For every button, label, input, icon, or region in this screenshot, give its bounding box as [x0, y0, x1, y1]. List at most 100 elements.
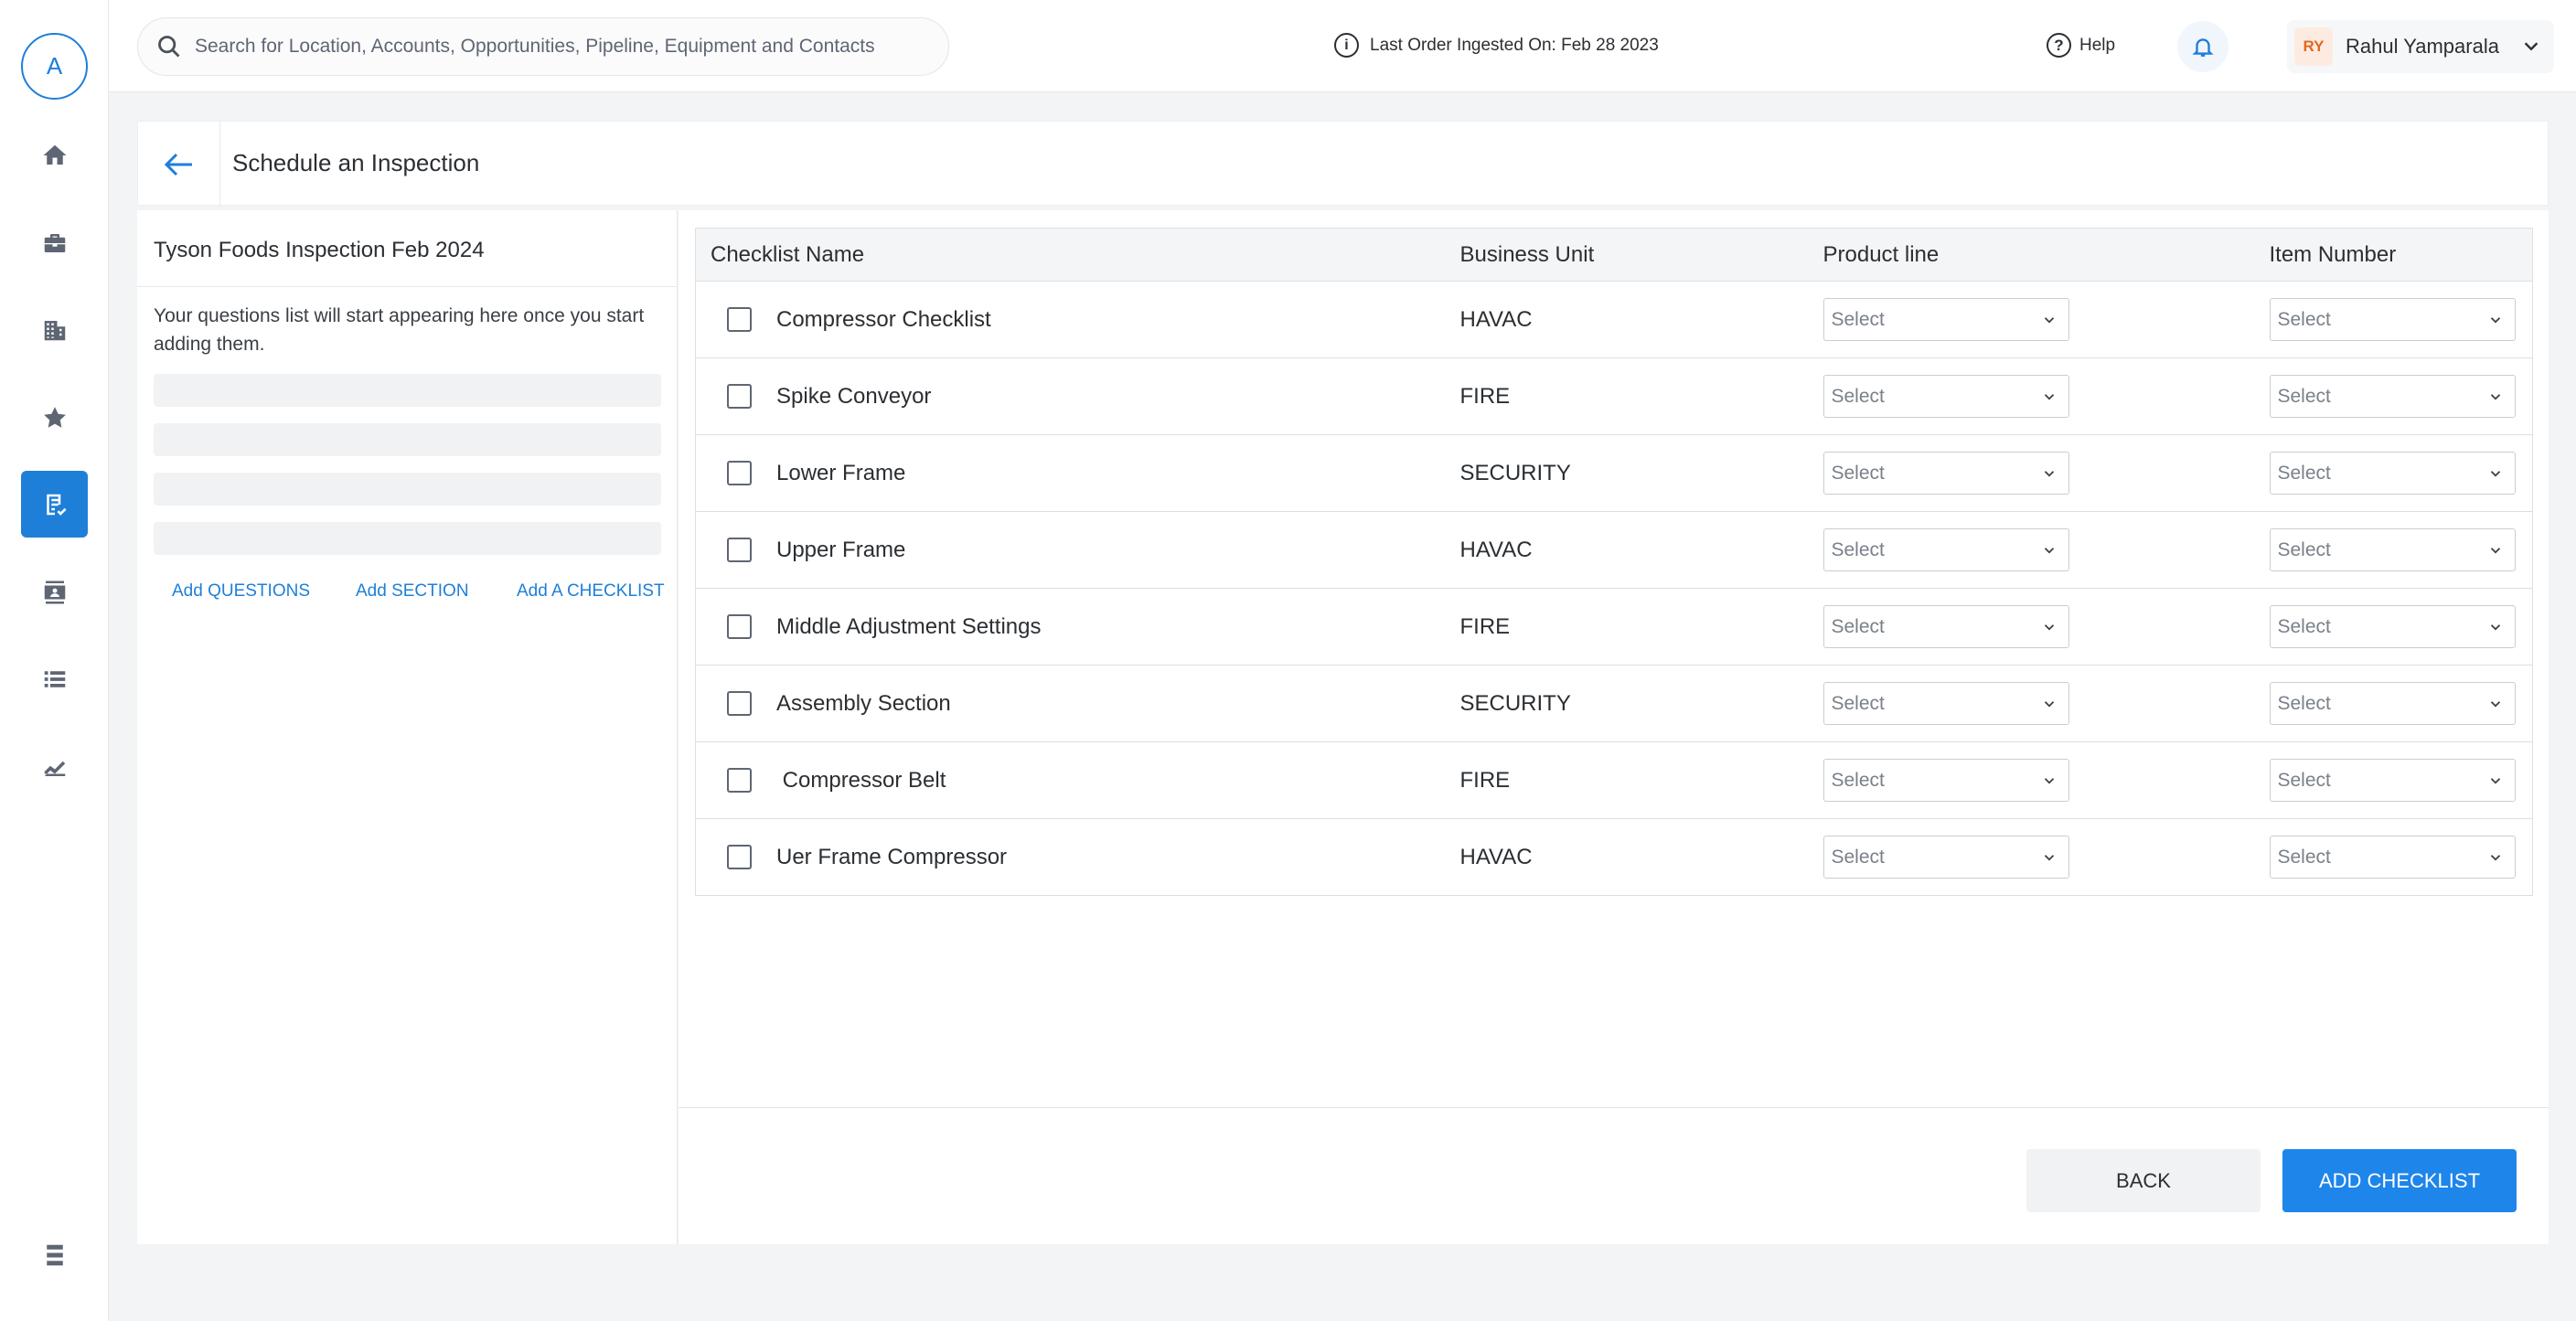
chevron-down-icon [2490, 700, 2500, 708]
chevron-down-icon [2490, 393, 2500, 400]
top-bar: i Last Order Ingested On: Feb 28 2023 ? … [109, 0, 2576, 92]
column-header-checklist-name: Checklist Name [695, 228, 1446, 282]
cell-checklist-name: Lower Frame [695, 434, 1446, 512]
select-value: Select [1831, 462, 1885, 484]
row-checkbox[interactable] [727, 614, 752, 639]
avatar: RY [2294, 27, 2333, 66]
checklist-name: Compressor Checklist [776, 306, 991, 332]
select-value: Select [2277, 692, 2331, 714]
row-checkbox[interactable] [727, 768, 752, 793]
notifications-button[interactable] [2177, 21, 2229, 72]
product-line-select[interactable]: Select [1822, 528, 2069, 571]
chevron-down-icon [2490, 316, 2500, 324]
select-value: Select [2277, 308, 2331, 330]
chevron-down-icon [2490, 547, 2500, 554]
cell-item-number: Select [2254, 588, 2533, 666]
cell-item-number: Select [2254, 281, 2533, 358]
cell-business-unit: HAVAC [1445, 511, 1809, 589]
table-header-row: Checklist Name Business Unit Product lin… [695, 228, 2533, 282]
chevron-down-icon [2044, 623, 2054, 631]
chevron-down-icon [2044, 777, 2054, 784]
product-line-select[interactable]: Select [1822, 682, 2069, 725]
checklist-name: Assembly Section [776, 690, 951, 716]
item-number-select[interactable]: Select [2269, 682, 2516, 725]
checklist-name: Upper Frame [776, 537, 906, 562]
sidebar-item-reports[interactable] [21, 733, 88, 800]
chevron-down-icon [2044, 393, 2054, 400]
row-checkbox[interactable] [727, 461, 752, 485]
chevron-down-icon [2044, 700, 2054, 708]
star-icon [43, 406, 66, 428]
help-icon: ? [2047, 33, 2071, 58]
add-section-link[interactable]: Add SECTION [356, 581, 469, 602]
cell-business-unit: SECURITY [1445, 434, 1809, 512]
cell-product-line: Select [1808, 665, 2255, 742]
sidebar-item-home[interactable] [21, 122, 88, 188]
product-line-select[interactable]: Select [1822, 298, 2069, 341]
questions-panel: Tyson Foods Inspection Feb 2024 Your que… [137, 210, 678, 1244]
sidebar-item-menu[interactable] [21, 1221, 88, 1288]
sidebar-item-briefcase[interactable] [21, 209, 88, 276]
checklist-name: Compressor Belt [776, 767, 946, 793]
product-line-select[interactable]: Select [1822, 452, 2069, 495]
row-checkbox[interactable] [727, 691, 752, 716]
user-menu[interactable]: RY Rahul Yamparala [2287, 20, 2554, 73]
sidebar-item-list[interactable] [21, 645, 88, 712]
cell-item-number: Select [2254, 665, 2533, 742]
select-value: Select [2277, 769, 2331, 791]
item-number-select[interactable]: Select [2269, 298, 2516, 341]
briefcase-icon [44, 233, 65, 252]
row-checkbox[interactable] [727, 307, 752, 332]
checklist-name: Uer Frame Compressor [776, 844, 1008, 869]
row-checkbox[interactable] [727, 384, 752, 409]
product-line-select[interactable]: Select [1822, 605, 2069, 648]
app-logo[interactable]: A [21, 33, 88, 100]
item-number-select[interactable]: Select [2269, 528, 2516, 571]
cell-product-line: Select [1808, 357, 2255, 435]
chevron-down-icon [2044, 316, 2054, 324]
checklist-name: Lower Frame [776, 460, 906, 485]
help-label: Help [2079, 35, 2116, 55]
select-value: Select [1831, 538, 1885, 560]
add-checklist-link[interactable]: Add A CHECKLIST [517, 581, 665, 602]
product-line-select[interactable]: Select [1822, 375, 2069, 418]
item-number-select[interactable]: Select [2269, 375, 2516, 418]
add-checklist-button[interactable]: ADD CHECKLIST [2282, 1149, 2517, 1212]
cell-checklist-name: Uer Frame Compressor [695, 818, 1446, 896]
sidebar-item-favorites[interactable] [21, 384, 88, 451]
row-checkbox[interactable] [727, 845, 752, 869]
inspection-name: Tyson Foods Inspection Feb 2024 [154, 238, 485, 262]
product-line-select[interactable]: Select [1822, 836, 2069, 879]
search-input[interactable] [195, 36, 908, 58]
select-value: Select [2277, 462, 2331, 484]
product-line-select[interactable]: Select [1822, 759, 2069, 802]
item-number-select[interactable]: Select [2269, 452, 2516, 495]
chart-icon [44, 761, 65, 776]
global-search[interactable] [137, 17, 949, 76]
sidebar-item-contacts[interactable] [21, 559, 88, 625]
select-value: Select [1831, 846, 1885, 868]
sidebar-item-inspections[interactable] [21, 471, 88, 538]
item-number-select[interactable]: Select [2269, 836, 2516, 879]
cell-business-unit: HAVAC [1445, 281, 1809, 358]
select-value: Select [1831, 308, 1885, 330]
cell-checklist-name: Compressor Checklist [695, 281, 1446, 358]
bell-icon [2192, 38, 2214, 57]
column-header-product-line: Product line [1808, 228, 2255, 282]
checklist-name: Middle Adjustment Settings [776, 613, 1042, 639]
item-number-select[interactable]: Select [2269, 605, 2516, 648]
chevron-down-icon [2044, 470, 2054, 477]
select-value: Select [2277, 538, 2331, 560]
checklist-table: Checklist Name Business Unit Product lin… [695, 228, 2533, 896]
item-number-select[interactable]: Select [2269, 759, 2516, 802]
select-value: Select [1831, 692, 1885, 714]
sidebar-item-accounts[interactable] [21, 296, 88, 363]
back-arrow-button[interactable] [138, 122, 220, 207]
back-button[interactable]: BACK [2026, 1149, 2261, 1212]
select-value: Select [2277, 846, 2331, 868]
contacts-icon [44, 581, 65, 603]
info-icon: i [1334, 33, 1359, 58]
add-questions-link[interactable]: Add QUESTIONS [172, 581, 310, 602]
help-link[interactable]: ? Help [2047, 33, 2115, 58]
row-checkbox[interactable] [727, 538, 752, 562]
